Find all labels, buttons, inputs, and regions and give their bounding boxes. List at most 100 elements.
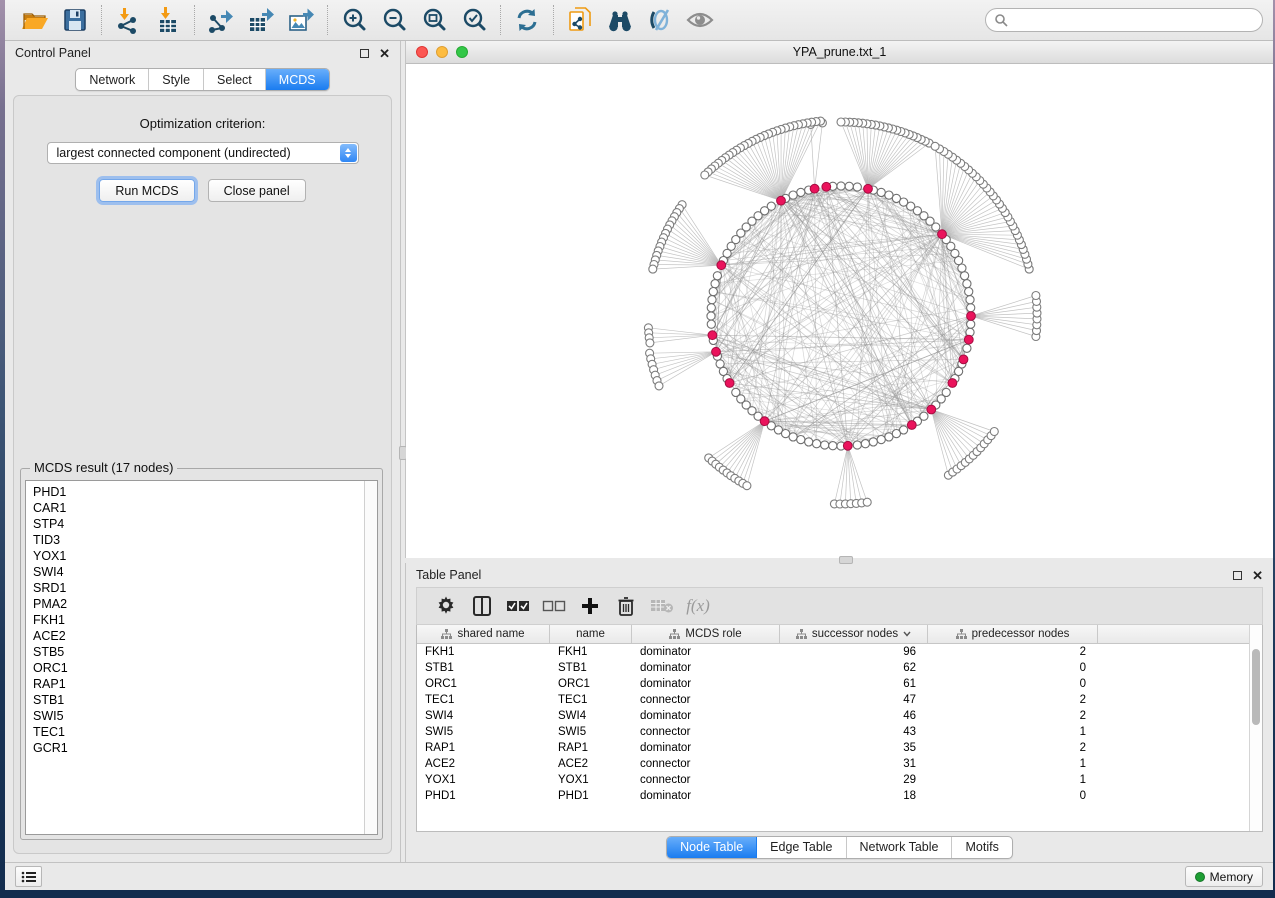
- graph-node[interactable]: [711, 280, 719, 288]
- export-image-icon[interactable]: [281, 3, 321, 37]
- deselect-all-icon[interactable]: [539, 592, 569, 620]
- table-row[interactable]: SWI4SWI4dominator462: [417, 708, 1262, 724]
- graph-hub-node[interactable]: [717, 261, 726, 270]
- mcds-list-item[interactable]: SWI5: [33, 708, 364, 724]
- graph-hub-node[interactable]: [938, 230, 947, 239]
- table-row[interactable]: ORC1ORC1dominator610: [417, 676, 1262, 692]
- graph-node[interactable]: [885, 191, 893, 199]
- graph-node[interactable]: [707, 320, 715, 328]
- graph-node[interactable]: [869, 438, 877, 446]
- criterion-dropdown[interactable]: largest connected component (undirected): [47, 142, 359, 164]
- horizontal-splitter[interactable]: [405, 558, 1273, 563]
- graph-node[interactable]: [829, 442, 837, 450]
- graph-hub-node[interactable]: [948, 379, 957, 388]
- graph-hub-node[interactable]: [959, 355, 968, 364]
- graph-node[interactable]: [877, 436, 885, 444]
- graph-leaf-node[interactable]: [1032, 292, 1040, 300]
- create-column-plus-icon[interactable]: [575, 592, 605, 620]
- mcds-result-list[interactable]: PHD1CAR1STP4TID3YOX1SWI4SRD1PMA2FKH1ACE2…: [26, 481, 364, 834]
- network-document-icon[interactable]: [560, 3, 600, 37]
- mcds-list-item[interactable]: YOX1: [33, 548, 364, 564]
- graph-node[interactable]: [963, 344, 971, 352]
- graph-hub-node[interactable]: [725, 379, 734, 388]
- graph-hub-node[interactable]: [927, 405, 936, 414]
- network-graph[interactable]: [406, 64, 1273, 558]
- graph-node[interactable]: [797, 188, 805, 196]
- splitter-grip[interactable]: [839, 556, 853, 564]
- table-row[interactable]: SWI5SWI5connector431: [417, 724, 1262, 740]
- column-header-predecessor-nodes[interactable]: predecessor nodes: [928, 625, 1098, 643]
- graph-leaf-node[interactable]: [931, 142, 939, 150]
- mcds-list-item[interactable]: SWI4: [33, 564, 364, 580]
- select-all-check-icon[interactable]: [503, 592, 533, 620]
- graph-node[interactable]: [967, 304, 975, 312]
- graph-leaf-node[interactable]: [863, 498, 871, 506]
- mcds-list-item[interactable]: TEC1: [33, 724, 364, 740]
- graph-node[interactable]: [861, 440, 869, 448]
- graph-leaf-node[interactable]: [990, 428, 998, 436]
- mcds-list-item[interactable]: PMA2: [33, 596, 364, 612]
- graph-hub-node[interactable]: [843, 441, 852, 450]
- graph-hub-node[interactable]: [864, 184, 873, 193]
- graph-leaf-node[interactable]: [646, 339, 654, 347]
- mcds-list-item[interactable]: STP4: [33, 516, 364, 532]
- graph-node[interactable]: [853, 183, 861, 191]
- graph-node[interactable]: [707, 312, 715, 320]
- zoom-selected-icon[interactable]: [454, 3, 494, 37]
- scrollbar-thumb[interactable]: [1252, 649, 1260, 725]
- graph-node[interactable]: [853, 441, 861, 449]
- table-row[interactable]: RAP1RAP1dominator352: [417, 740, 1262, 756]
- mcds-list-item[interactable]: ORC1: [33, 660, 364, 676]
- graph-node[interactable]: [813, 440, 821, 448]
- float-panel-icon[interactable]: [360, 49, 369, 58]
- graph-hub-node[interactable]: [907, 421, 916, 430]
- tab-select[interactable]: Select: [204, 69, 266, 90]
- network-canvas[interactable]: [406, 64, 1273, 558]
- graph-node[interactable]: [707, 304, 715, 312]
- float-panel-icon[interactable]: [1233, 571, 1242, 580]
- table-settings-gear-icon[interactable]: [431, 592, 461, 620]
- mcds-list-item[interactable]: FKH1: [33, 612, 364, 628]
- graph-leaf-node[interactable]: [701, 171, 709, 179]
- import-network-icon[interactable]: [108, 3, 148, 37]
- table-row[interactable]: ACE2ACE2connector311: [417, 756, 1262, 772]
- save-icon[interactable]: [55, 3, 95, 37]
- graph-node[interactable]: [789, 433, 797, 441]
- import-table-icon[interactable]: [148, 3, 188, 37]
- close-panel-icon[interactable]: ✕: [379, 47, 390, 60]
- tab-network-table[interactable]: Network Table: [847, 837, 953, 858]
- close-panel-button[interactable]: Close panel: [208, 179, 306, 202]
- delete-column-trash-icon[interactable]: [611, 592, 641, 620]
- zoom-out-icon[interactable]: [374, 3, 414, 37]
- graph-node[interactable]: [877, 188, 885, 196]
- table-scrollbar[interactable]: [1249, 625, 1262, 831]
- table-row[interactable]: STB1STB1dominator620: [417, 660, 1262, 676]
- mcds-list-item[interactable]: TID3: [33, 532, 364, 548]
- graph-leaf-node[interactable]: [649, 265, 657, 273]
- search-input[interactable]: [1008, 13, 1254, 27]
- column-header-shared-name[interactable]: shared name: [417, 625, 550, 643]
- graph-hub-node[interactable]: [964, 335, 973, 344]
- memory-button[interactable]: Memory: [1185, 866, 1263, 887]
- search-binoculars-icon[interactable]: [600, 3, 640, 37]
- graph-leaf-node[interactable]: [837, 118, 845, 126]
- show-column-icon[interactable]: [467, 592, 497, 620]
- mcds-list-item[interactable]: PHD1: [33, 484, 364, 500]
- graph-hub-node[interactable]: [822, 182, 831, 191]
- mcds-list-item[interactable]: CAR1: [33, 500, 364, 516]
- table-row[interactable]: PHD1PHD1dominator180: [417, 788, 1262, 804]
- graph-leaf-node[interactable]: [743, 482, 751, 490]
- graph-hub-node[interactable]: [967, 312, 976, 321]
- graph-hub-node[interactable]: [777, 196, 786, 205]
- close-panel-icon[interactable]: ✕: [1252, 569, 1263, 582]
- graph-node[interactable]: [845, 182, 853, 190]
- export-network-icon[interactable]: [201, 3, 241, 37]
- network-view-titlebar[interactable]: YPA_prune.txt_1: [406, 41, 1273, 64]
- search-box[interactable]: [985, 8, 1263, 32]
- column-header-name[interactable]: name: [550, 625, 632, 643]
- graph-node[interactable]: [965, 288, 973, 296]
- graph-leaf-node[interactable]: [655, 382, 663, 390]
- tab-node-table[interactable]: Node Table: [667, 837, 757, 858]
- graph-node[interactable]: [797, 436, 805, 444]
- export-table-icon[interactable]: [241, 3, 281, 37]
